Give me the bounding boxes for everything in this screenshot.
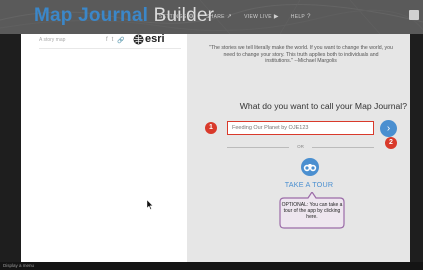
share-icon: ↗ — [226, 14, 233, 20]
builder-side-panel: A story map f t 🔗 esri — [21, 33, 188, 262]
gear-icon: ⚙ — [188, 14, 195, 20]
header-nav: SETTINGS ⚙ SHARE ↗ VIEW LIVE ▶ HELP ? — [159, 13, 311, 21]
divider — [39, 48, 181, 49]
tour-callout-text: OPTIONAL: You can take a tour of the app… — [281, 202, 343, 220]
share-button[interactable]: SHARE ↗ — [206, 13, 233, 21]
globe-icon — [133, 34, 144, 44]
binoculars-icon[interactable] — [301, 158, 319, 176]
intro-quote: "The stories we tell literally make the … — [209, 45, 393, 65]
take-tour-link[interactable]: TAKE A TOUR — [261, 180, 357, 189]
window-control-button[interactable] — [409, 10, 419, 20]
status-text: Display a menu — [3, 263, 35, 268]
step-1-badge: 1 — [205, 122, 217, 134]
link-icon[interactable]: 🔗 — [117, 37, 124, 44]
help-icon: ? — [307, 13, 311, 20]
journal-setup-panel: "The stories we tell literally make the … — [187, 34, 410, 262]
divider — [312, 147, 374, 148]
story-title-placeholder[interactable]: A story map — [39, 37, 65, 43]
twitter-icon[interactable]: t — [112, 37, 114, 44]
status-bar: Display a menu — [0, 262, 423, 270]
mouse-cursor-icon — [147, 200, 153, 210]
next-button[interactable]: › — [380, 120, 397, 137]
facebook-icon[interactable]: f — [106, 37, 108, 44]
help-button[interactable]: HELP ? — [291, 13, 311, 20]
app-title-main: Map Journal — [34, 5, 149, 26]
step-2-badge: 2 — [385, 137, 397, 149]
or-separator: OR — [227, 144, 374, 150]
chevron-right-icon: › — [386, 123, 391, 134]
journal-title-input[interactable] — [227, 121, 374, 135]
settings-button[interactable]: SETTINGS ⚙ — [159, 13, 195, 21]
app-header: Map Journal Builder SETTINGS ⚙ SHARE ↗ V… — [0, 0, 423, 34]
social-share-icons: f t 🔗 — [106, 37, 125, 44]
play-icon: ▶ — [273, 14, 279, 20]
view-live-button[interactable]: VIEW LIVE ▶ — [244, 13, 279, 21]
title-question: What do you want to call your Map Journa… — [239, 101, 407, 111]
esri-logo: esri — [133, 33, 165, 45]
